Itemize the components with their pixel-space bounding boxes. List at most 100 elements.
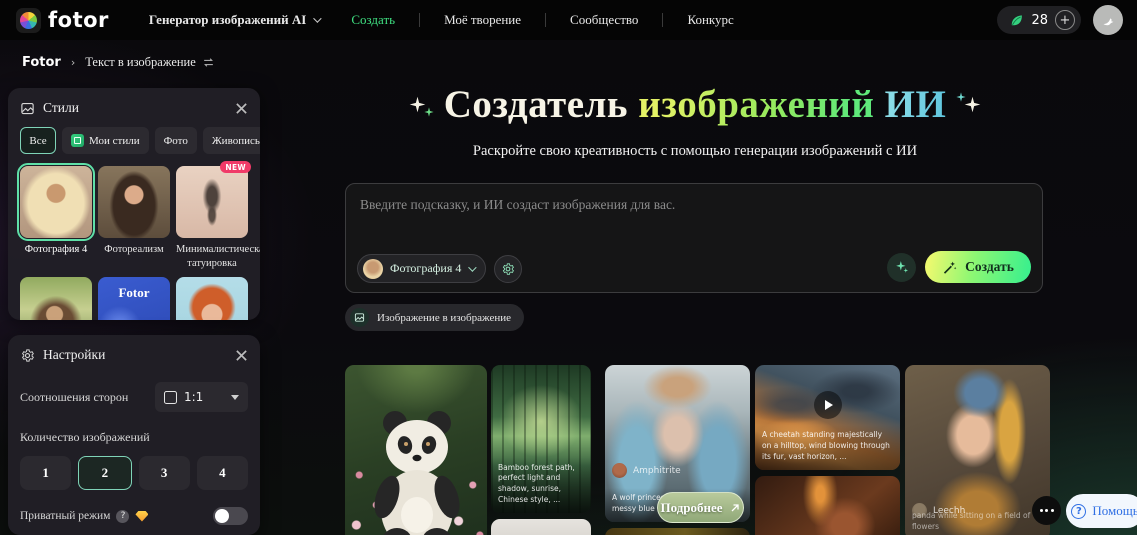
new-badge: NEW xyxy=(220,161,251,173)
play-icon[interactable] xyxy=(813,390,842,419)
credits-pill[interactable]: 28 + xyxy=(997,6,1081,34)
gear-icon xyxy=(503,262,515,275)
gallery-card-gray[interactable] xyxy=(491,519,591,535)
style-label: Минималистическая татуировка xyxy=(176,244,260,269)
gallery-card-dark[interactable] xyxy=(605,528,750,535)
count-button-3[interactable]: 3 xyxy=(138,456,190,490)
page-subtitle: Раскройте свою креативность с помощью ге… xyxy=(472,143,918,159)
card-caption: Bamboo forest path, perfect light and sh… xyxy=(491,457,591,513)
breadcrumb-separator: › xyxy=(70,56,76,69)
prompt-input[interactable] xyxy=(346,184,1042,250)
breadcrumb: Fotor › Текст в изображение xyxy=(22,55,215,70)
gallery-card-panda[interactable] xyxy=(345,365,487,535)
gallery-card-cheetah[interactable]: A cheetah standing majestically on a hil… xyxy=(755,365,900,470)
selected-style-name: Фотография 4 xyxy=(390,261,462,275)
tab-all[interactable]: Все xyxy=(20,127,56,154)
nav-divider xyxy=(419,13,421,27)
help-button[interactable]: ? Помощь xyxy=(1066,494,1137,528)
bird-icon xyxy=(1103,18,1114,26)
breadcrumb-root[interactable]: Fotor xyxy=(22,55,61,70)
add-credits-button[interactable]: + xyxy=(1055,10,1075,30)
arrow-up-right-icon xyxy=(731,503,739,511)
sparkle-icon xyxy=(424,106,434,117)
user-avatar[interactable] xyxy=(1093,5,1123,35)
sparkles-icon xyxy=(895,261,908,273)
add-style-icon xyxy=(71,134,84,147)
image-count-selector: 1 2 3 4 xyxy=(20,456,248,490)
image-icon xyxy=(350,308,369,327)
help-question-icon[interactable]: ? xyxy=(116,509,130,523)
count-button-2[interactable]: 2 xyxy=(78,456,132,490)
square-ratio-icon xyxy=(164,390,177,404)
count-button-1[interactable]: 1 xyxy=(20,456,72,490)
breadcrumb-current[interactable]: Текст в изображение xyxy=(85,55,215,70)
style-tabs: Все Мои стили Фото Живопись › xyxy=(20,127,260,154)
image-to-image-button[interactable]: Изображение в изображение xyxy=(345,304,525,331)
credits-count: 28 xyxy=(1031,12,1048,28)
nav-community[interactable]: Сообщество xyxy=(570,12,638,28)
nav-contest[interactable]: Конкурс xyxy=(687,12,733,28)
tab-painting[interactable]: Живопись › xyxy=(202,127,260,154)
prompt-box: Фотография 4 xyxy=(345,183,1043,293)
gallery-card-warm-portrait[interactable] xyxy=(755,476,900,535)
more-options-button[interactable] xyxy=(1032,496,1061,525)
style-thumb-photography4[interactable] xyxy=(17,163,95,241)
styles-panel: Стили Все Мои стили Фото Живопись › NEW … xyxy=(8,88,260,320)
premium-gem-icon xyxy=(135,510,149,522)
leaf-icon xyxy=(1012,14,1023,25)
top-navbar: fotor Генератор изображений AI Создать М… xyxy=(0,0,1137,40)
styles-panel-title: Стили xyxy=(43,100,79,115)
panda-illustration xyxy=(374,411,460,535)
image-icon xyxy=(21,102,34,114)
card-caption: A cheetah standing majestically on a hil… xyxy=(755,425,900,470)
nav-generator-menu[interactable]: Генератор изображений AI xyxy=(149,12,323,28)
question-circle-icon: ? xyxy=(1071,503,1087,519)
gallery-card-pearl-girl[interactable]: Leechh panda while sitting on a field of… xyxy=(905,365,1050,535)
page-title: Создатель изображений ИИ xyxy=(345,82,1045,127)
enhance-prompt-button[interactable] xyxy=(887,252,916,282)
generate-button[interactable]: Создать xyxy=(925,251,1031,283)
swap-icon xyxy=(203,58,213,67)
caret-down-icon xyxy=(231,394,239,400)
close-icon[interactable] xyxy=(235,349,248,362)
count-button-4[interactable]: 4 xyxy=(196,456,248,490)
tab-my-styles[interactable]: Мои стили xyxy=(62,127,149,154)
card-caption: panda while sitting on a field of flower… xyxy=(912,511,1031,532)
aspect-ratio-value: 1:1 xyxy=(184,390,204,404)
gear-icon xyxy=(21,348,34,362)
nav-my-work[interactable]: Моё творение xyxy=(444,12,521,28)
style-thumb-fotor-poster[interactable]: Fotor xyxy=(98,277,170,320)
fotor-logo-icon xyxy=(16,7,41,33)
author-avatar xyxy=(612,463,627,478)
aspect-ratio-dropdown[interactable]: 1:1 xyxy=(155,382,248,412)
style-label: Фотография 4 xyxy=(24,244,88,255)
prompt-settings-button[interactable] xyxy=(494,254,523,283)
close-icon[interactable] xyxy=(235,102,248,115)
fotor-logo[interactable]: fotor xyxy=(16,7,109,33)
chevron-down-icon xyxy=(468,262,478,272)
nav-create[interactable]: Создать xyxy=(351,12,395,28)
style-thumb-illustration[interactable] xyxy=(176,277,248,320)
nav-divider xyxy=(545,13,547,27)
private-mode-label: Приватный режим xyxy=(20,510,111,522)
style-thumb-photorealism[interactable] xyxy=(98,166,170,238)
style-selector-chip[interactable]: Фотография 4 xyxy=(357,254,487,283)
more-details-button[interactable]: Подробнее xyxy=(657,492,744,523)
tab-photo[interactable]: Фото xyxy=(154,127,197,154)
settings-panel: Настройки Соотношения сторон 1:1 Количес… xyxy=(8,335,260,535)
style-thumbnail-avatar xyxy=(363,258,383,279)
fotor-logo-text: fotor xyxy=(48,8,109,32)
style-thumb-tattoo[interactable]: NEW xyxy=(176,161,251,238)
chevron-down-icon xyxy=(313,14,323,23)
settings-panel-title: Настройки xyxy=(43,347,106,362)
sparkle-icon xyxy=(965,96,981,113)
gallery-card-bamboo[interactable]: Bamboo forest path, perfect light and sh… xyxy=(491,365,591,513)
aspect-ratio-label: Соотношения сторон xyxy=(20,389,129,404)
style-thumb-park[interactable] xyxy=(20,277,92,320)
style-label: Фотореализм xyxy=(104,244,164,255)
card-author: Amphitrite xyxy=(612,463,681,478)
private-mode-toggle[interactable] xyxy=(213,507,248,525)
nav-divider xyxy=(662,13,664,27)
magic-wand-icon xyxy=(944,261,957,274)
image-count-label: Количество изображений xyxy=(20,430,150,444)
